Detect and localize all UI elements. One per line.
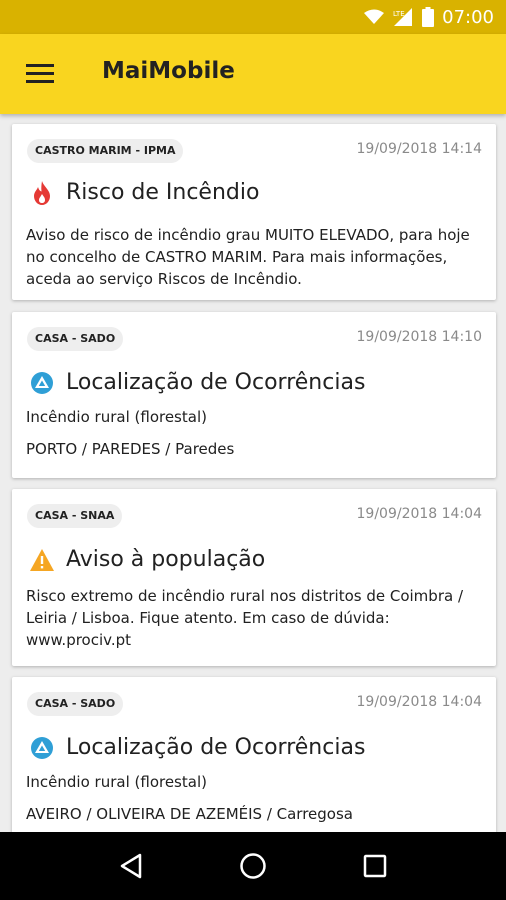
card-description: Incêndio rural (florestal) <box>26 408 207 426</box>
civil-protection-icon <box>30 736 54 760</box>
source-badge: CASA - SADO <box>27 327 124 351</box>
card-date: 19/09/2018 14:04 <box>356 694 483 710</box>
card-date: 19/09/2018 14:04 <box>356 506 483 522</box>
clock: 07:00 <box>442 6 494 28</box>
notification-card[interactable]: CASA - SNAA 19/09/2018 14:04 Aviso à pop… <box>12 489 496 666</box>
warning-icon <box>30 548 54 572</box>
wifi-icon <box>364 9 385 24</box>
svg-text:LTE: LTE <box>393 10 405 18</box>
card-title: Aviso à população <box>66 547 266 572</box>
back-icon <box>120 853 142 879</box>
card-description: Incêndio rural (florestal) <box>26 773 207 791</box>
notification-card[interactable]: CASTRO MARIM - IPMA 19/09/2018 14:14 Ris… <box>12 124 496 300</box>
signal-icon: LTE <box>393 8 413 26</box>
system-nav-bar <box>0 832 506 900</box>
card-heading: Localização de Ocorrências <box>30 735 365 760</box>
card-date: 19/09/2018 14:10 <box>356 329 483 345</box>
fire-icon <box>30 180 54 205</box>
recents-icon <box>363 854 387 878</box>
menu-icon[interactable] <box>26 64 54 84</box>
recents-button[interactable] <box>355 846 395 886</box>
notification-list[interactable]: CASTRO MARIM - IPMA 19/09/2018 14:14 Ris… <box>0 114 506 832</box>
status-bar: LTE 07:00 <box>0 0 506 34</box>
notification-card[interactable]: CASA - SADO 19/09/2018 14:04 Localização… <box>12 677 496 832</box>
card-title: Risco de Incêndio <box>66 180 260 205</box>
card-heading: Aviso à população <box>30 547 265 572</box>
battery-icon <box>422 7 435 27</box>
card-description: Risco extremo de incêndio rural nos dist… <box>26 587 463 649</box>
civil-protection-icon <box>30 371 54 395</box>
home-button[interactable] <box>233 846 273 886</box>
card-title: Localização de Ocorrências <box>66 370 366 395</box>
card-heading: Risco de Incêndio <box>30 180 259 205</box>
app-bar: MaiMobile <box>0 34 506 114</box>
notification-card[interactable]: CASA - SADO 19/09/2018 14:10 Localização… <box>12 312 496 478</box>
card-heading: Localização de Ocorrências <box>30 370 365 395</box>
card-location: AVEIRO / OLIVEIRA DE AZEMÉIS / Carregosa <box>26 805 353 823</box>
home-icon <box>240 853 266 879</box>
source-badge: CASA - SNAA <box>27 504 123 528</box>
card-date: 19/09/2018 14:14 <box>356 141 483 157</box>
back-button[interactable] <box>111 846 151 886</box>
card-location: PORTO / PAREDES / Paredes <box>26 440 235 458</box>
source-badge: CASTRO MARIM - IPMA <box>27 139 184 163</box>
card-description: Aviso de risco de incêndio grau MUITO EL… <box>26 226 470 288</box>
card-title: Localização de Ocorrências <box>66 735 366 760</box>
app-title: MaiMobile <box>102 58 235 84</box>
source-badge: CASA - SADO <box>27 692 124 716</box>
